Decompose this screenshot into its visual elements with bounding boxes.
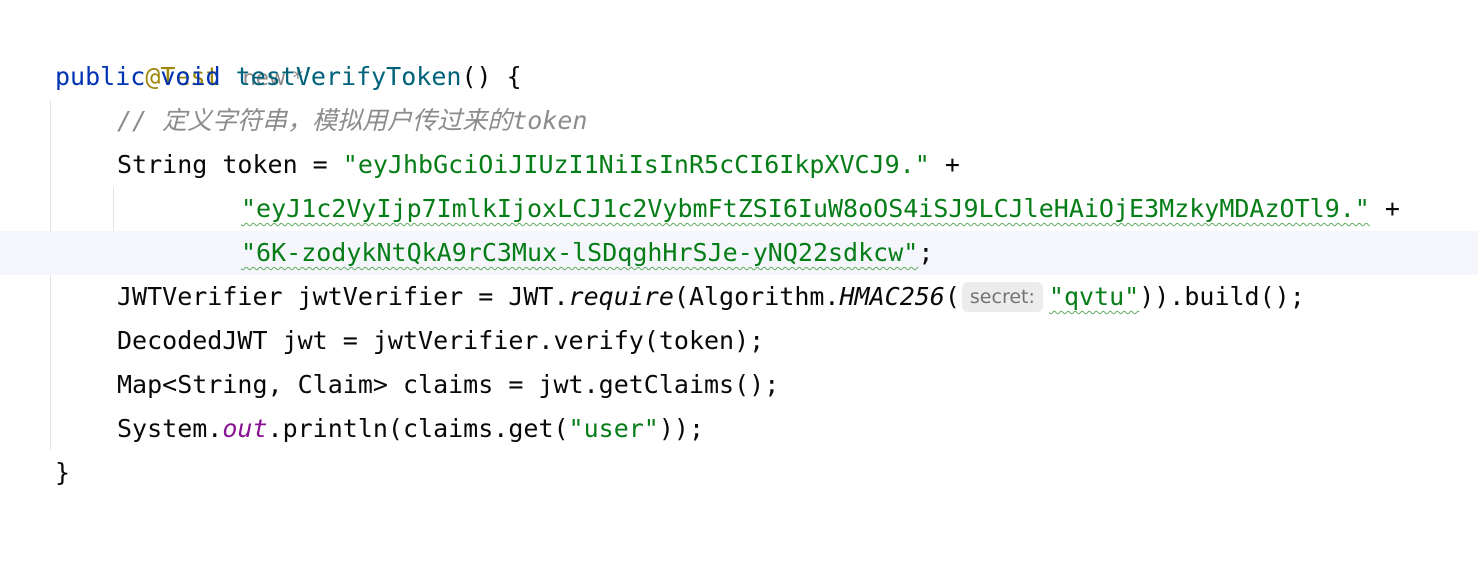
code-line-claims[interactable]: Map<String, Claim> claims = jwt.getClaim… — [0, 363, 1478, 407]
verifier-prefix: JWTVerifier jwtVerifier = JWT. — [117, 282, 569, 311]
token-declaration-prefix: String token = — [117, 150, 343, 179]
code-line-token-continuation-1[interactable]: "eyJ1c2VyIjp7ImlkIjoxLCJ1c2VybmFtZSI6IuW… — [0, 187, 1478, 231]
code-editor[interactable]: @Test new * public void testVerifyToken()… — [0, 0, 1478, 496]
code-line-closing-brace[interactable]: } — [0, 451, 1478, 495]
system-class: System. — [117, 414, 223, 443]
code-line-method-signature[interactable]: public void testVerifyToken() { — [0, 55, 1478, 99]
static-field-out: out — [222, 414, 268, 443]
method-name: testVerifyToken — [235, 62, 462, 91]
secret-string: "qvtu" — [1048, 282, 1140, 311]
token-string-part2: "eyJ1c2VyIjp7ImlkIjoxLCJ1c2VybmFtZSI6IuW… — [241, 194, 1370, 223]
code-line-token-declaration[interactable]: String token = "eyJhbGciOiJIUzI1NiIsInR5… — [0, 143, 1478, 187]
code-line-comment[interactable]: // 定义字符串，模拟用户传过来的token — [0, 99, 1478, 143]
signature-tail: () { — [461, 62, 522, 91]
method-hmac256: HMAC256 — [839, 282, 945, 311]
println-tail: )); — [658, 414, 705, 443]
concat-operator: + — [929, 150, 960, 179]
code-line-decoded-jwt[interactable]: DecodedJWT jwt = jwtVerifier.verify(toke… — [0, 319, 1478, 363]
statement-end: ; — [918, 238, 934, 267]
code-line-println[interactable]: System.out.println(claims.get("user")); — [0, 407, 1478, 451]
parameter-name-hint[interactable]: secret: — [961, 282, 1043, 312]
comment-slashes: // — [117, 106, 163, 135]
code-line-token-continuation-2-current[interactable]: "6K-zodykNtQkA9rC3Mux-lSDqghHrSJe-yNQ22s… — [0, 231, 1478, 275]
method-require: require — [568, 282, 674, 311]
concat-operator: + — [1369, 194, 1400, 223]
user-string: "user" — [568, 414, 659, 443]
code-line-jwt-verifier[interactable]: JWTVerifier jwtVerifier = JWT.require(Al… — [0, 275, 1478, 319]
keyword-public: public — [55, 62, 146, 91]
closing-brace: } — [55, 458, 71, 487]
comment-text: 定义字符串，模拟用户传过来的 — [162, 106, 513, 135]
println-call: .println(claims.get( — [267, 414, 569, 443]
open-paren: ( — [944, 282, 960, 311]
claims-statement: Map<String, Claim> claims = jwt.getClaim… — [117, 370, 780, 399]
verifier-algorithm: (Algorithm. — [673, 282, 840, 311]
comment-tail: token — [512, 106, 588, 135]
token-string-part3: "6K-zodykNtQkA9rC3Mux-lSDqghHrSJe-yNQ22s… — [241, 238, 919, 267]
token-string-part1: "eyJhbGciOiJIUzI1NiIsInR5cCI6IkpXVCJ9." — [342, 150, 930, 179]
code-line-annotation[interactable]: @Test new * — [0, 11, 1478, 91]
verifier-tail: )).build(); — [1139, 282, 1305, 311]
decoded-jwt-statement: DecodedJWT jwt = jwtVerifier.verify(toke… — [117, 326, 765, 355]
keyword-void: void — [160, 62, 221, 91]
